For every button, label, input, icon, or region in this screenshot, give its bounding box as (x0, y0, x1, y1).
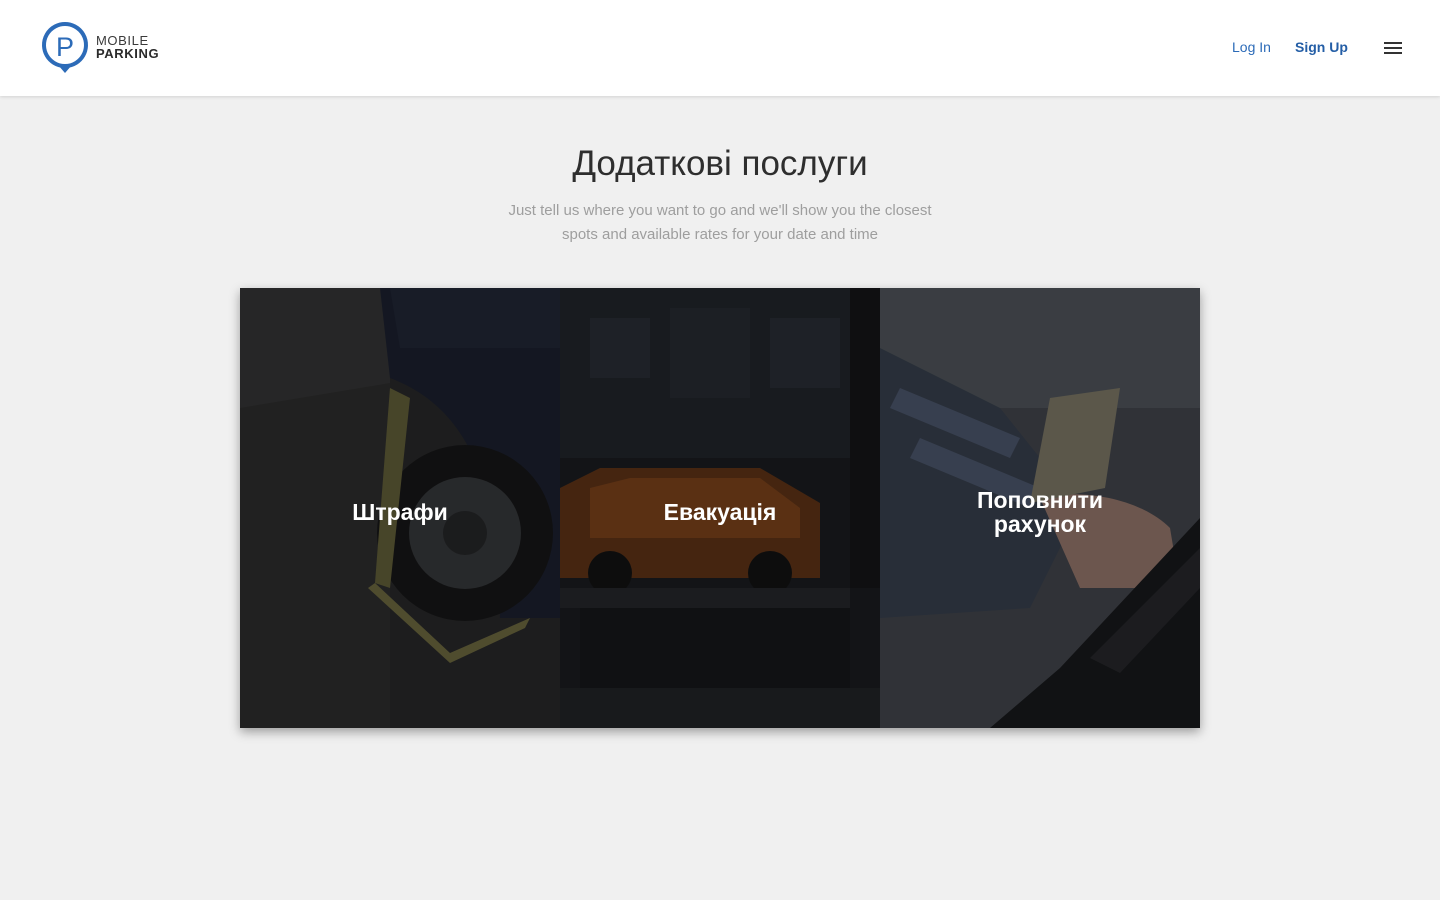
service-card-fines[interactable]: Штрафи (240, 288, 560, 728)
service-label-top-up: Поповнити рахунок (976, 487, 1104, 537)
page-title: Додаткові послуги (572, 144, 868, 183)
service-card-evacuation[interactable]: Евакуація (560, 288, 880, 728)
svg-text:P: P (56, 32, 74, 62)
hamburger-menu-icon[interactable] (1382, 38, 1404, 58)
page-subtitle: Just tell us where you want to go and we… (508, 202, 932, 243)
logo-link[interactable]: P MOBILE PARKING (41, 21, 159, 75)
logo-line-mobile: MOBILE (96, 32, 149, 48)
services-grid: Штрафи Евакуація Поповнити рахунок (240, 288, 1200, 728)
logo-line-parking: PARKING (96, 45, 160, 61)
service-label-fines: Штрафи (352, 499, 448, 525)
top-bar: P MOBILE PARKING Log In Sign Up (0, 0, 1440, 96)
service-label-evacuation: Евакуація (663, 499, 777, 525)
menu-bar (1384, 47, 1402, 49)
service-card-top-up[interactable]: Поповнити рахунок (880, 288, 1200, 728)
login-link[interactable]: Log In (1232, 38, 1271, 56)
menu-bar (1384, 52, 1402, 54)
menu-bar (1384, 42, 1402, 44)
logo-text: MOBILE PARKING (96, 34, 159, 61)
signup-link[interactable]: Sign Up (1295, 38, 1348, 56)
parking-pin-icon: P (42, 22, 88, 73)
